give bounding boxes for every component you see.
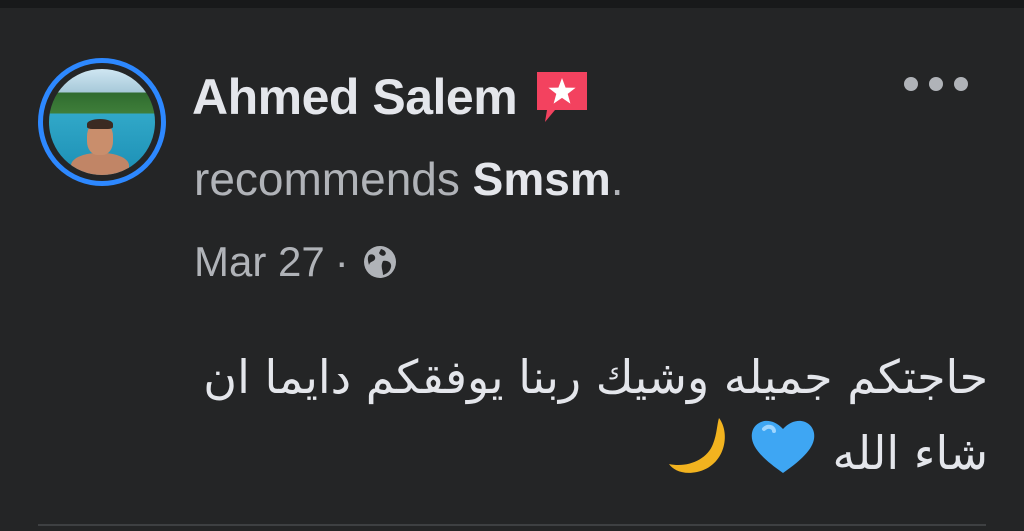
post-text-line-2-text: شاء الله [832,426,989,480]
top-bar [0,0,1024,8]
divider [38,524,986,526]
post-text-line-2: شاء الله [100,414,988,499]
action-text: recommends [194,153,460,205]
author-name[interactable]: Ahmed Salem [192,68,518,126]
meta-separator: · [334,238,349,285]
post-body: حاجتكم جميله وشيك ربنا يوفقكم دايما ان ش… [100,340,988,499]
post-meta: Mar 27 · [194,238,399,286]
avatar-shoulders [71,153,129,175]
crescent-moon-icon [667,414,733,499]
globe-icon[interactable] [361,243,399,281]
more-options-button[interactable] [904,66,968,102]
author-avatar[interactable] [38,58,166,186]
avatar-photo [49,69,155,175]
dot-icon [929,77,943,91]
timestamp-link[interactable]: Mar 27 [194,238,325,286]
post-text-line-1: حاجتكم جميله وشيك ربنا يوفقكم دايما ان [203,350,988,404]
punctuation: . [610,153,624,205]
recommendation-badge-icon [533,68,591,126]
post-header: Ahmed Salem [192,68,591,126]
dot-icon [954,77,968,91]
page-link[interactable]: Smsm [473,153,611,205]
recommendation-line: recommends Smsm. [194,152,624,206]
avatar-hair [87,119,113,129]
blue-heart-icon [748,415,818,498]
dot-icon [904,77,918,91]
